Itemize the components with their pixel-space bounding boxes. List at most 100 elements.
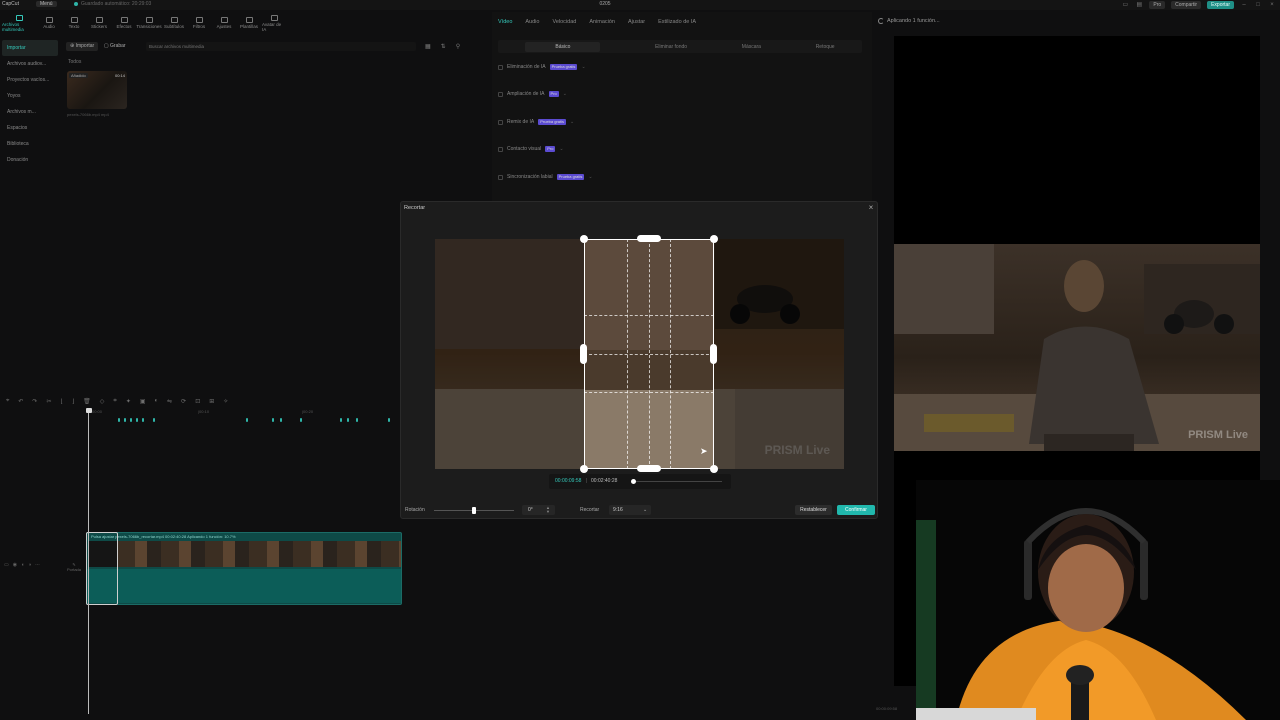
close-icon[interactable]: × bbox=[866, 203, 876, 213]
toolbar-media-button[interactable]: Archivos multimedia bbox=[2, 12, 36, 34]
timeline-marker[interactable] bbox=[136, 418, 138, 422]
sidebar-item[interactable]: Proyectos vacíos... bbox=[2, 72, 58, 88]
ai-feature-row[interactable]: Ampliación de IA Pro ⌄ bbox=[498, 91, 860, 97]
toolbar-audio-button[interactable]: Audio bbox=[37, 12, 61, 34]
import-button[interactable]: ⊕ Importar bbox=[66, 42, 99, 51]
magic-icon[interactable]: ✦ bbox=[126, 398, 131, 405]
crop-handle-top[interactable] bbox=[637, 235, 661, 242]
ai-icon[interactable]: ✧ bbox=[223, 398, 228, 405]
select-icon[interactable]: ⌖ bbox=[6, 398, 9, 405]
split-right-icon[interactable]: ⌋ bbox=[72, 398, 74, 405]
toolbar-transition-button[interactable]: Transiciones bbox=[136, 12, 162, 34]
chevron-down-icon[interactable]: ⌄ bbox=[588, 174, 592, 180]
cover-button[interactable]: ✎ Portada bbox=[64, 562, 84, 572]
undo-icon[interactable]: ↶ bbox=[18, 398, 23, 405]
sidebar-item[interactable]: Donación bbox=[2, 152, 58, 168]
toolbar-filter-button[interactable]: Filtros bbox=[187, 12, 211, 34]
chevron-down-icon[interactable]: ⌄ bbox=[559, 146, 563, 152]
shield-icon[interactable]: ◇ bbox=[100, 398, 105, 405]
timeline-marker[interactable] bbox=[130, 418, 132, 422]
props-tab[interactable]: Animación bbox=[589, 19, 615, 25]
rotate-icon[interactable]: ⟳ bbox=[181, 398, 186, 405]
split-left-icon[interactable]: ⌊ bbox=[60, 398, 62, 405]
toolbar-adjust-button[interactable]: Ajustes bbox=[212, 12, 236, 34]
sidebar-item[interactable]: Archivos m... bbox=[2, 104, 58, 120]
chevron-down-icon[interactable]: ⌄ bbox=[570, 119, 574, 125]
split-icon[interactable]: ✂ bbox=[46, 398, 51, 405]
fit-icon[interactable]: ⊞ bbox=[209, 398, 214, 405]
timeline-marker[interactable] bbox=[340, 418, 342, 422]
props-tab[interactable]: Vídeo bbox=[498, 19, 512, 25]
sidebar-item[interactable]: Archivos audiov... bbox=[2, 56, 58, 72]
timeline-marker[interactable] bbox=[142, 418, 144, 422]
crop-handle-bottom[interactable] bbox=[637, 465, 661, 472]
sidebar-item[interactable]: Importar bbox=[2, 40, 58, 56]
ai-feature-row[interactable]: Remix de IA Prueba gratis ⌄ bbox=[498, 119, 860, 125]
timeline-marker[interactable] bbox=[300, 418, 302, 422]
toolbar-subtitles-button[interactable]: Subtítulos bbox=[162, 12, 186, 34]
feature-checkbox[interactable] bbox=[498, 174, 503, 180]
stepper-down-icon[interactable]: ▼ bbox=[546, 509, 550, 514]
redo-icon[interactable]: ↷ bbox=[32, 398, 37, 405]
speed-icon[interactable]: ◐ bbox=[155, 398, 159, 404]
props-subtab[interactable]: Básico bbox=[525, 41, 601, 52]
layout-icon[interactable]: ▭ bbox=[1121, 1, 1129, 9]
timeline-marker[interactable] bbox=[388, 418, 390, 422]
sidebar-item[interactable]: Biblioteca bbox=[2, 136, 58, 152]
grid-view-icon[interactable]: ▦ bbox=[425, 43, 431, 50]
crop-handle-top-left[interactable] bbox=[580, 235, 588, 243]
mirror-icon[interactable]: ⇋ bbox=[167, 398, 172, 405]
menu-button[interactable]: Menú bbox=[36, 1, 57, 7]
props-subtab[interactable]: Eliminar fondo bbox=[655, 44, 687, 50]
crop-handle-left[interactable] bbox=[580, 344, 587, 364]
ai-feature-row[interactable]: Sincronización labial Prueba gratis ⌄ bbox=[498, 174, 860, 180]
props-tab[interactable]: Ajustar bbox=[628, 19, 645, 25]
rotation-input[interactable]: 0° bbox=[522, 505, 555, 515]
crop-scrub-track[interactable] bbox=[632, 481, 722, 482]
props-tab[interactable]: Velocidad bbox=[552, 19, 576, 25]
timeline-marker[interactable] bbox=[356, 418, 358, 422]
chevron-down-icon[interactable]: ⌄ bbox=[643, 505, 647, 515]
timeline-marker[interactable] bbox=[118, 418, 120, 422]
delete-icon[interactable]: 🗑 bbox=[83, 398, 91, 405]
toolbar-avatar-button[interactable]: Avatar de IA bbox=[262, 12, 286, 34]
timeline-marker[interactable] bbox=[347, 418, 349, 422]
rotation-slider-knob[interactable] bbox=[472, 507, 476, 514]
toolbar-template-button[interactable]: Plantillas bbox=[237, 12, 261, 34]
reset-button[interactable]: Restablecer bbox=[795, 505, 832, 515]
frame-icon[interactable]: ▣ bbox=[140, 398, 146, 405]
timeline-marker[interactable] bbox=[272, 418, 274, 422]
feature-checkbox[interactable] bbox=[498, 146, 503, 152]
filter-icon[interactable]: ⚲ bbox=[456, 43, 460, 50]
media-search-input[interactable] bbox=[146, 42, 416, 51]
toolbar-text-button[interactable]: Texto bbox=[62, 12, 86, 34]
minimize-icon[interactable]: – bbox=[1240, 1, 1248, 9]
maximize-icon[interactable]: □ bbox=[1254, 1, 1262, 9]
chevron-down-icon[interactable]: ⌄ bbox=[563, 91, 567, 97]
crop-handle-top-right[interactable] bbox=[710, 235, 718, 243]
close-window-icon[interactable]: × bbox=[1268, 1, 1276, 9]
sidebar-item[interactable]: Espacios bbox=[2, 120, 58, 136]
timeline-clip[interactable]: Pulsa ajustar pexels-7066b_recortar.mp4 … bbox=[86, 532, 402, 605]
panel-icon[interactable]: ▤ bbox=[1135, 1, 1143, 9]
crop-handle-right[interactable] bbox=[710, 344, 717, 364]
crop-handle-bottom-left[interactable] bbox=[580, 465, 588, 473]
toolbar-sticker-button[interactable]: Stickers bbox=[87, 12, 111, 34]
timeline-marker[interactable] bbox=[280, 418, 282, 422]
props-tab[interactable]: Estilizado de IA bbox=[658, 19, 696, 25]
props-subtab[interactable]: Retoque bbox=[816, 44, 835, 50]
feature-checkbox[interactable] bbox=[498, 91, 503, 97]
feature-checkbox[interactable] bbox=[498, 119, 503, 125]
track-more-icon[interactable]: ⋯ bbox=[35, 562, 40, 568]
props-tab[interactable]: Audio bbox=[525, 19, 539, 25]
hide-track-icon[interactable]: ◉ bbox=[13, 562, 17, 568]
export-button[interactable]: Exportar bbox=[1207, 1, 1234, 9]
crop-icon[interactable]: ⌗ bbox=[113, 398, 116, 405]
ai-feature-row[interactable]: Contacto visual Pro ⌄ bbox=[498, 146, 860, 152]
mute-track-icon[interactable]: ◖ bbox=[21, 562, 24, 568]
crop-handle-bottom-right[interactable] bbox=[710, 465, 718, 473]
rotation-stepper[interactable]: ▲ ▼ bbox=[546, 506, 550, 514]
crop-tool-icon[interactable]: ⊡ bbox=[195, 398, 200, 405]
clip-selection[interactable] bbox=[86, 532, 118, 605]
timeline-marker[interactable] bbox=[124, 418, 126, 422]
